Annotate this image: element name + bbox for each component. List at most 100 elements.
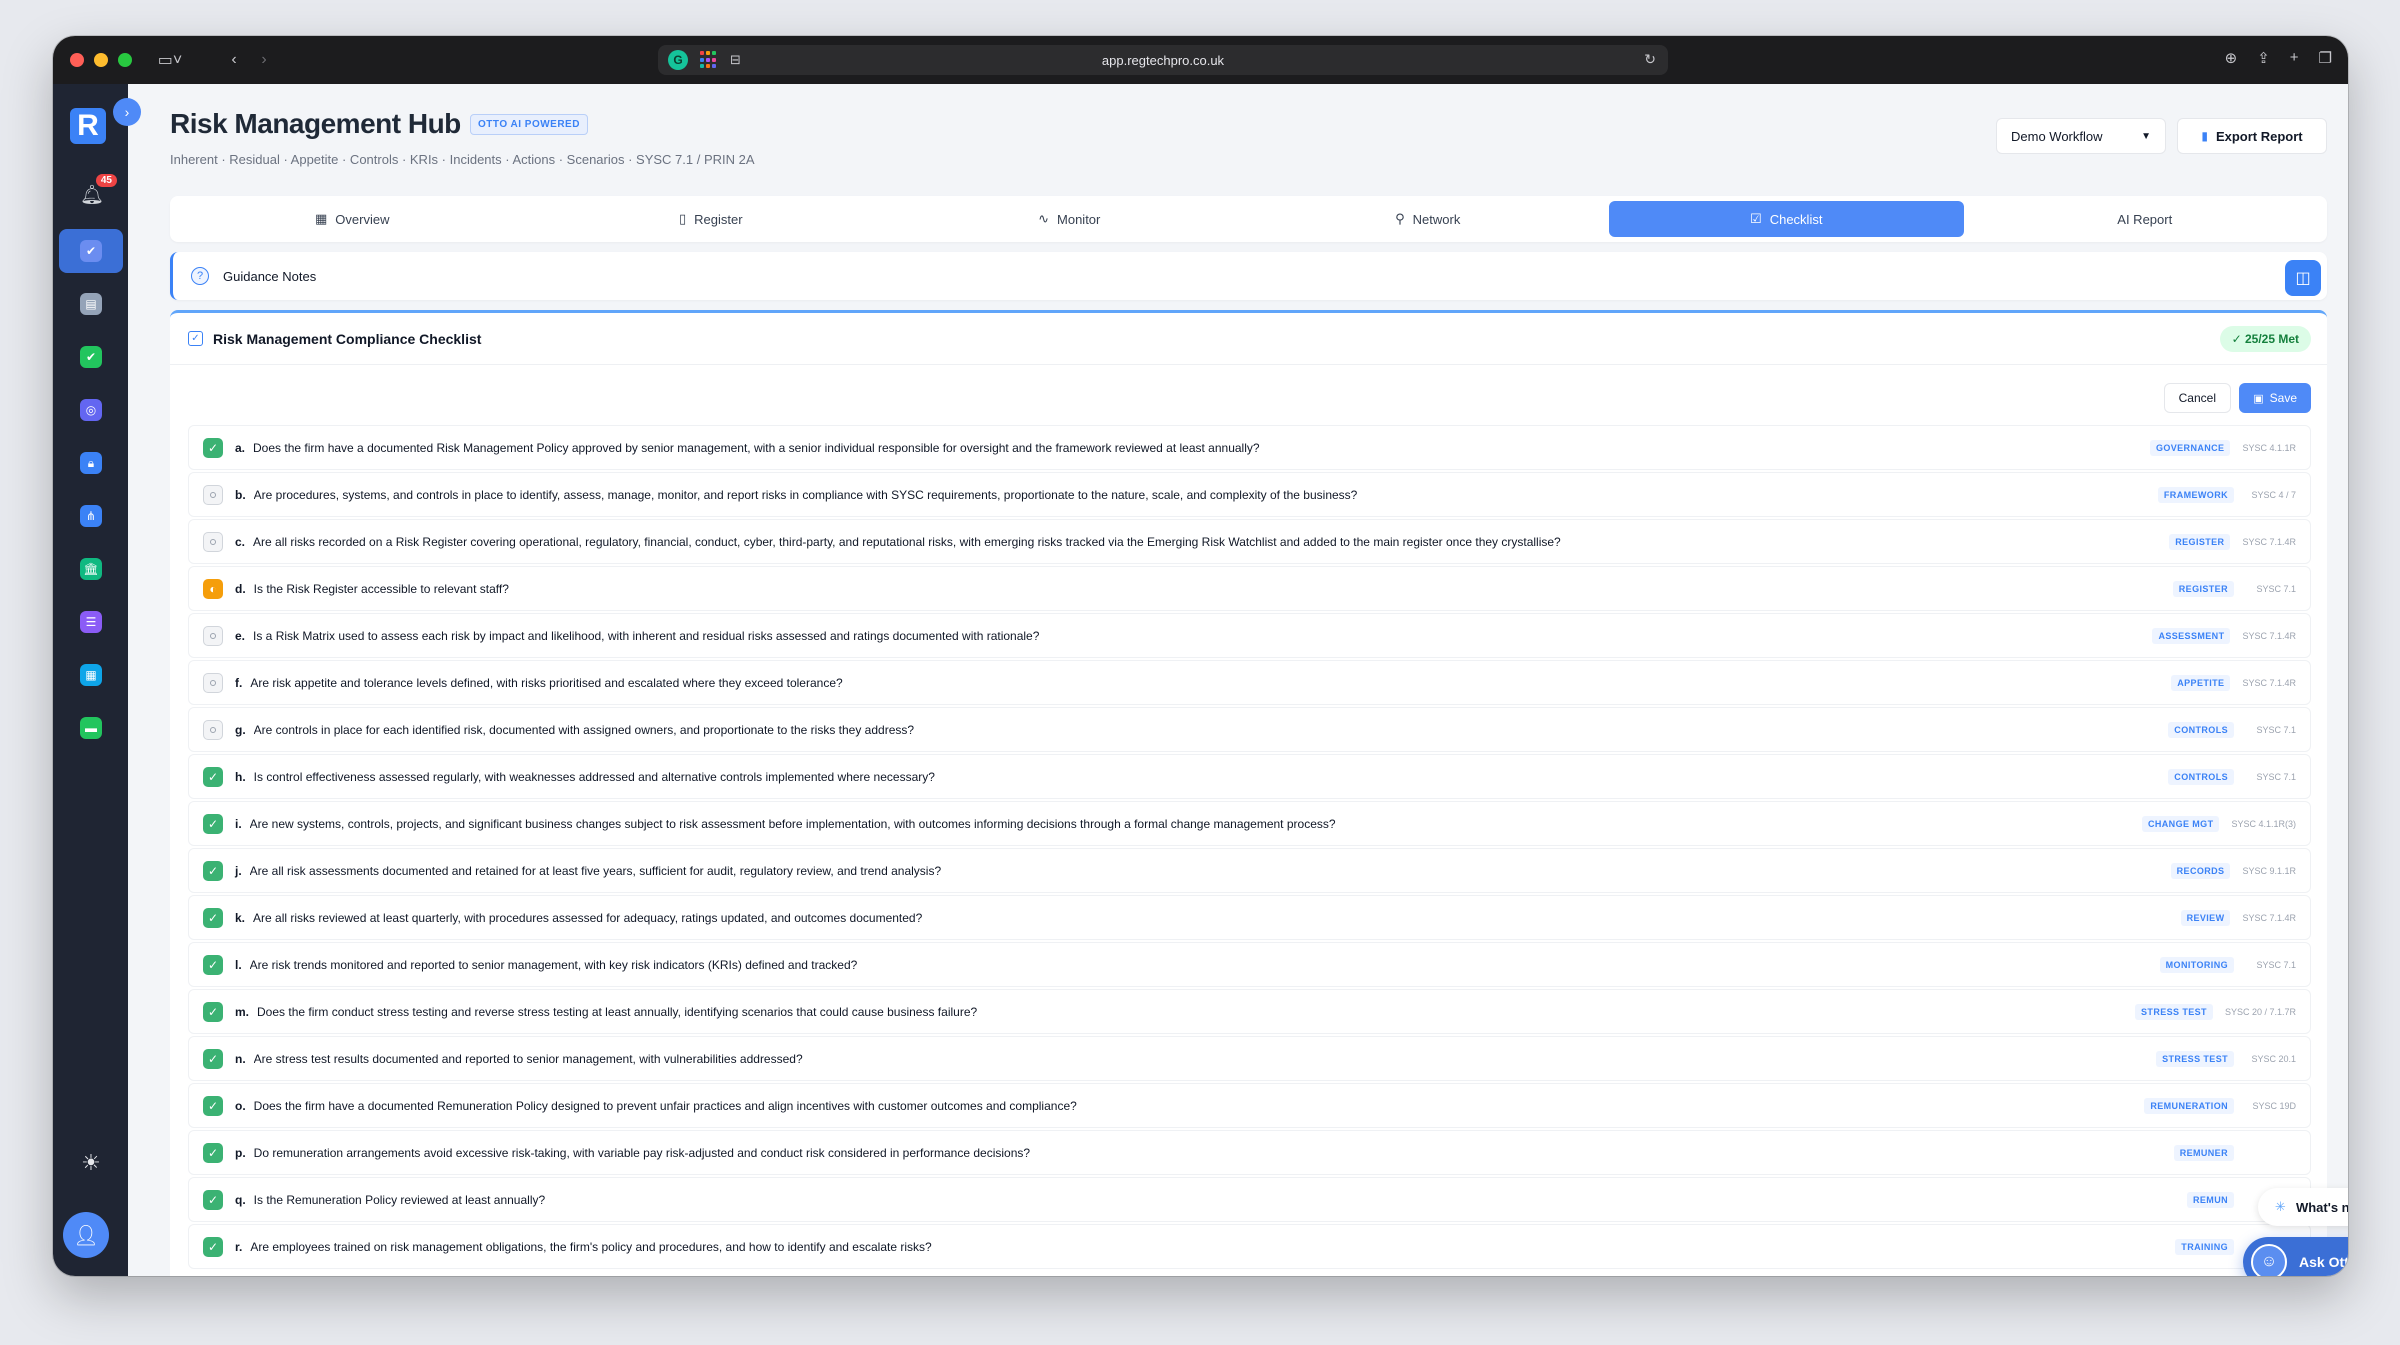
checklist-row[interactable]: c. Are all risks recorded on a Risk Regis… [188,519,2311,564]
tab-network[interactable]: ⚲ Network [1251,201,1606,237]
status-met-icon[interactable]: ✓ [203,1236,223,1257]
export-report-button[interactable]: ▮ Export Report [2177,118,2327,154]
download-icon[interactable]: ⊕ [2225,49,2238,67]
checklist-row[interactable]: e. Is a Risk Matrix used to assess each r… [188,613,2311,658]
app-logo[interactable]: R [70,108,106,144]
notifications-bell-icon[interactable]: 🔔︎ 45 [79,174,117,208]
sparkle-icon: ✳ [2275,1199,2286,1214]
status-pending-icon[interactable] [203,484,223,505]
item-letter: k. [235,910,246,925]
checklist-row[interactable]: ✓ j. Are all risk assessments documented a… [188,848,2311,893]
item-letter: d. [235,581,246,596]
checklist-row[interactable]: ✓ m. Does the firm conduct stress testing … [188,989,2311,1034]
status-met-icon[interactable]: ✓ [203,907,223,928]
checklist-row[interactable]: ✓ a. Does the firm have a documented Risk … [188,425,2311,470]
sidebar-toggle-icon[interactable]: ▭˅ [153,48,187,72]
ask-otto-button[interactable]: ☺ Ask Otto [2243,1237,2348,1276]
app-sidebar: R › 🔔︎ 45 ✔ ▤ ✔ ◎ 🔒︎ ⋔ 🏛︎ ☰ ▦ ▬ ☀ 👤︎ [53,84,141,1276]
checklist-row[interactable]: ✓ i. Are new systems, controls, projects, … [188,801,2311,846]
status-pending-icon[interactable] [203,719,223,740]
checklist-row[interactable]: ✓ k. Are all risks reviewed at least quart… [188,895,2311,940]
share-icon[interactable]: ⇪ [2257,49,2270,67]
minimize-window-button[interactable] [94,53,108,67]
theme-toggle-icon[interactable]: ☀ [73,1145,109,1181]
status-met-icon[interactable]: ✓ [203,1001,223,1022]
sidebar-expand-button[interactable]: › [113,98,141,126]
checklist-row[interactable]: ✓ o. Does the firm have a documented Remun… [188,1083,2311,1128]
checklist-icon: ☑ [1750,211,1762,226]
cancel-button[interactable]: Cancel [2163,383,2231,413]
grammarly-icon[interactable]: G [668,50,688,70]
new-tab-icon[interactable]: + [2290,49,2299,67]
status-partial-icon[interactable]: ◐ [203,578,223,599]
item-question: Are new systems, controls, projects, and… [249,816,1336,831]
checklist-row[interactable]: ✓ h. Is control effectiveness assessed reg… [188,754,2311,799]
back-icon[interactable]: ‹ [223,48,245,72]
window-controls [70,53,132,67]
sidebar-item-dashboard[interactable]: ▤ [59,282,123,326]
checklist-row[interactable]: g. Are controls in place for each identif… [188,707,2311,752]
sidebar-item-risk-shield[interactable]: ✔ [59,229,123,273]
status-met-icon[interactable]: ✓ [203,766,223,787]
item-letter: n. [235,1051,246,1066]
site-settings-icon[interactable]: ⊟ [730,52,741,68]
tab-monitor[interactable]: ∿ Monitor [892,201,1247,237]
sidebar-item-report[interactable]: ▦ [59,653,123,697]
status-pending-icon[interactable] [203,531,223,552]
sidebar-item-list[interactable]: ☰ [59,600,123,644]
reload-icon[interactable]: ↻ [1644,51,1656,68]
status-met-icon[interactable]: ✓ [203,1048,223,1069]
checklist-row[interactable]: ✓ r. Are employees trained on risk managem… [188,1224,2311,1269]
risk-shield-icon: ✔ [80,240,102,262]
item-question: Do remuneration arrangements avoid exces… [253,1145,1031,1160]
checklist-icon: ✓ [188,331,203,346]
sidebar-item-bank[interactable]: 🏛︎ [59,547,123,591]
tab-label: AI Report [2117,211,2173,227]
tab-checklist[interactable]: ☑ Checklist [1609,201,1964,237]
whats-new-button[interactable]: ✳ What's new [2258,1188,2348,1226]
tab-overview[interactable]: ▦ Overview [175,201,530,237]
checklist-row[interactable]: ◐ d. Is the Risk Register accessible to re… [188,566,2311,611]
sidebar-item-compliance-shield[interactable]: ✔ [59,335,123,379]
status-met-icon[interactable]: ✓ [203,437,223,458]
report-icon: ▦ [80,664,102,686]
user-avatar-button[interactable]: 👤︎ [63,1212,109,1258]
zoom-window-button[interactable] [118,53,132,67]
status-met-icon[interactable]: ✓ [203,813,223,834]
checklist-row[interactable]: ✓ n. Are stress test results documented an… [188,1036,2311,1081]
sidebar-item-security-lock[interactable]: 🔒︎ [59,441,123,485]
tab-register[interactable]: ▯ Register [534,201,889,237]
checklist-row[interactable]: f. Are risk appetite and tolerance levels… [188,660,2311,705]
regulation-reference: SYSC 20 / 7.1.7R [2224,1006,2296,1017]
status-pending-icon[interactable] [203,672,223,693]
forward-icon[interactable]: › [253,48,275,72]
status-met-icon[interactable]: ✓ [203,954,223,975]
regulation-reference: SYSC 7.1.4R [2242,912,2296,923]
status-met-icon[interactable]: ✓ [203,1142,223,1163]
workflow-select[interactable]: Demo Workflow ▼ [1996,118,2166,154]
regulation-reference: SYSC 7.1.4R [2242,630,2296,641]
tab-ai-report[interactable]: AI Report [1968,201,2323,237]
status-pending-icon[interactable] [203,625,223,646]
checklist-row[interactable]: b. Are procedures, systems, and controls … [188,472,2311,517]
guidance-notes-panel[interactable]: ? Guidance Notes ◫ [170,252,2327,300]
status-met-icon[interactable]: ✓ [203,1095,223,1116]
side-panel-toggle-icon[interactable]: ◫ [2285,260,2321,296]
checklist-row[interactable]: ✓ p. Do remuneration arrangements avoid ex… [188,1130,2311,1175]
status-met-icon[interactable]: ✓ [203,860,223,881]
address-bar[interactable]: G ⊟ app.regtechpro.co.uk ↻ [658,45,1668,75]
item-question: Are employees trained on risk management… [250,1239,932,1254]
status-met-icon[interactable]: ✓ [203,1189,223,1210]
checklist-row[interactable]: ✓ q. Is the Remuneration Policy reviewed a… [188,1177,2311,1222]
category-tag: REGISTER [2172,580,2234,597]
sidebar-item-network[interactable]: ⋔ [59,494,123,538]
save-button[interactable]: ▣ Save [2239,383,2311,413]
apps-grid-icon[interactable] [700,51,718,69]
tab-overview-icon[interactable]: ❐ [2319,49,2332,67]
checklist-row[interactable]: ✓ l. Are risk trends monitored and reporte… [188,942,2311,987]
sidebar-item-target[interactable]: ◎ [59,388,123,432]
sidebar-item-card[interactable]: ▬ [59,706,123,750]
close-window-button[interactable] [70,53,84,67]
category-tag: REMUNERATION [2144,1097,2234,1114]
item-letter: b. [235,487,246,502]
